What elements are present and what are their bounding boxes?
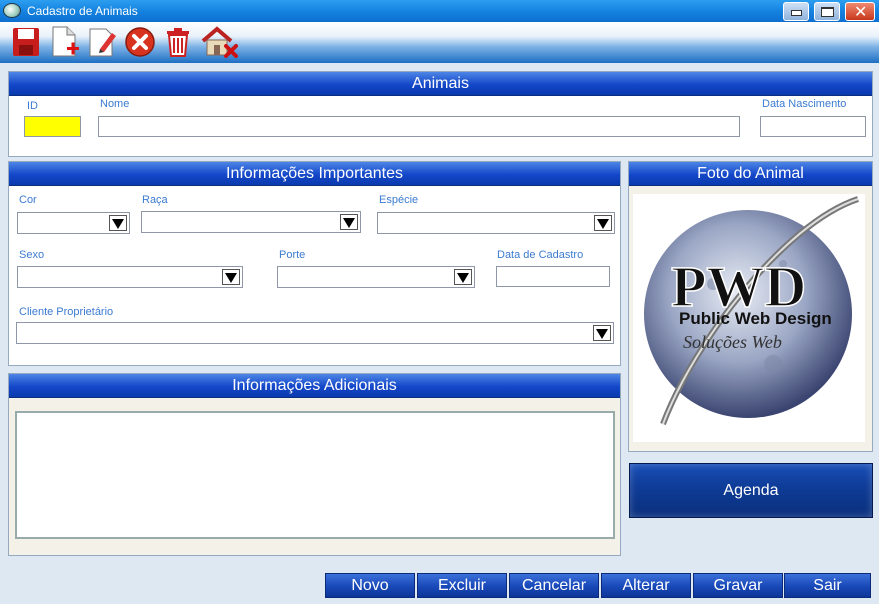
info-importantes-header: Informações Importantes	[9, 162, 620, 186]
nome-label: Nome	[100, 98, 130, 110]
cor-select[interactable]	[17, 212, 130, 234]
data-nascimento-field[interactable]	[760, 116, 866, 137]
chevron-down-icon[interactable]	[454, 269, 472, 285]
chevron-down-icon[interactable]	[594, 215, 612, 231]
cliente-label: Cliente Proprietário	[19, 306, 114, 318]
excluir-button[interactable]: Excluir	[417, 573, 507, 598]
porte-label: Porte	[279, 249, 306, 261]
title-bar: Cadastro de Animais ✕	[0, 0, 879, 22]
close-button[interactable]: ✕	[845, 2, 875, 21]
trash-icon[interactable]	[162, 25, 194, 58]
animais-header: Animais	[9, 72, 872, 96]
info-adicionais-textarea[interactable]	[15, 411, 615, 539]
maximize-icon	[821, 7, 834, 17]
nome-field[interactable]	[98, 116, 740, 137]
logo-sub-text: Public Web Design	[679, 309, 832, 328]
id-field[interactable]	[24, 116, 81, 137]
pwd-logo: PWD Public Web Design Soluções Web	[644, 196, 859, 426]
info-importantes-panel: Informações Importantes Cor Raça Espécie…	[8, 161, 621, 366]
data-nascimento-label: Data Nascimento	[762, 98, 847, 110]
close-icon: ✕	[854, 2, 868, 21]
info-adicionais-header: Informações Adicionais	[9, 374, 620, 398]
id-label: ID	[27, 100, 38, 112]
data-cadastro-label: Data de Cadastro	[497, 249, 584, 261]
cor-label: Cor	[19, 194, 37, 206]
window-title: Cadastro de Animais	[27, 4, 138, 18]
especie-label: Espécie	[379, 194, 419, 206]
new-document-icon[interactable]	[49, 25, 81, 58]
toolbar	[0, 22, 879, 63]
chevron-down-icon[interactable]	[593, 325, 611, 341]
sexo-select[interactable]	[17, 266, 243, 288]
maximize-button[interactable]	[814, 2, 840, 21]
chevron-down-icon[interactable]	[222, 269, 240, 285]
animal-photo[interactable]: PWD Public Web Design Soluções Web	[633, 194, 865, 442]
minimize-icon	[791, 10, 802, 16]
cliente-select[interactable]	[16, 322, 614, 344]
cancel-icon[interactable]	[124, 25, 156, 58]
data-cadastro-field[interactable]	[496, 266, 610, 287]
chevron-down-icon[interactable]	[340, 214, 358, 230]
especie-select[interactable]	[377, 212, 615, 234]
home-delete-icon[interactable]	[200, 25, 240, 58]
raca-select[interactable]	[141, 211, 361, 233]
save-icon[interactable]	[10, 25, 42, 58]
minimize-button[interactable]	[783, 2, 809, 21]
sair-button[interactable]: Sair	[784, 573, 871, 598]
raca-label: Raça	[142, 194, 168, 206]
agenda-button[interactable]: Agenda	[629, 463, 873, 518]
chevron-down-icon[interactable]	[109, 215, 127, 231]
novo-button[interactable]: Novo	[325, 573, 415, 598]
info-adicionais-panel: Informações Adicionais	[8, 373, 621, 556]
foto-panel: Foto do Animal PWD Public Web Design Sol…	[628, 161, 873, 452]
logo-script-text: Soluções Web	[683, 332, 782, 352]
foto-header: Foto do Animal	[629, 162, 872, 186]
porte-select[interactable]	[277, 266, 475, 288]
app-icon	[3, 3, 21, 18]
edit-icon[interactable]	[86, 25, 118, 58]
cancelar-button[interactable]: Cancelar	[509, 573, 599, 598]
sexo-label: Sexo	[19, 249, 45, 261]
alterar-button[interactable]: Alterar	[601, 573, 691, 598]
gravar-button[interactable]: Gravar	[693, 573, 783, 598]
animais-panel: Animais ID Nome Data Nascimento	[8, 71, 873, 157]
